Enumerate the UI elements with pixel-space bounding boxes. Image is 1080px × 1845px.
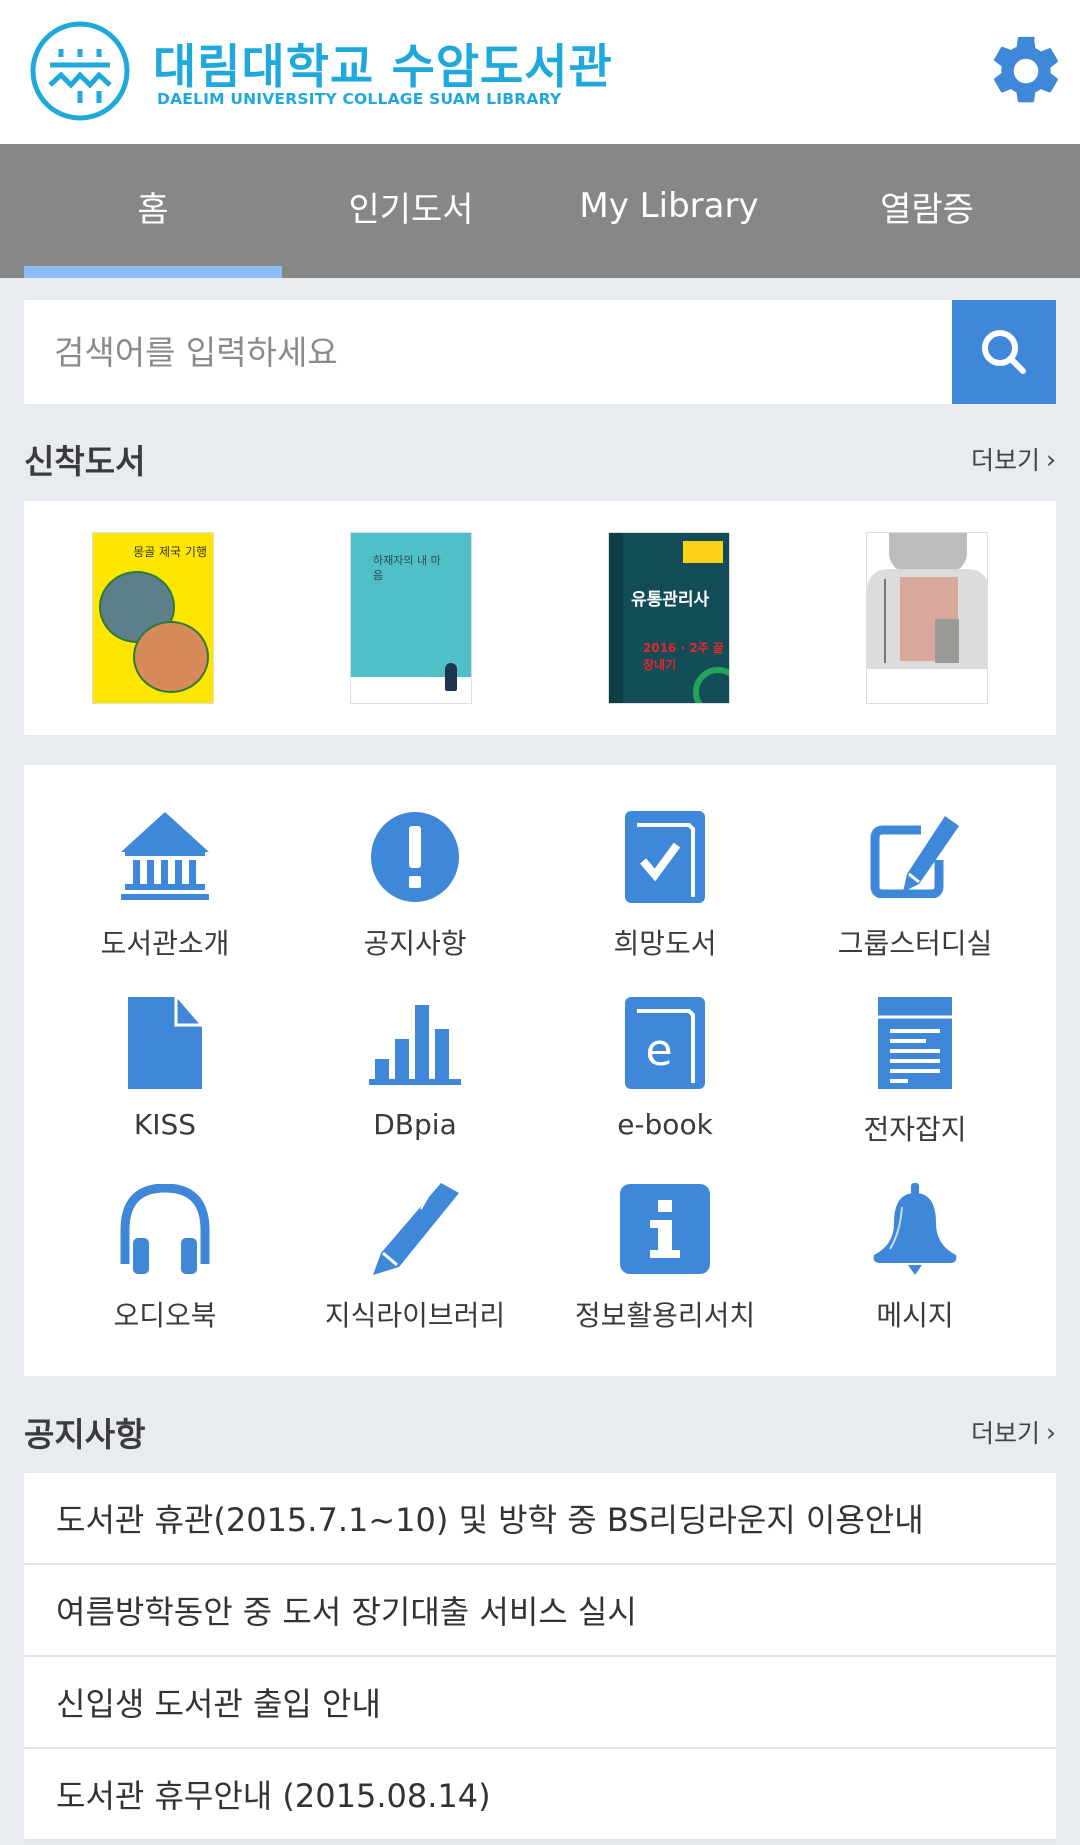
search-input[interactable]: [24, 300, 952, 404]
tab-label: 홈: [137, 189, 169, 230]
menu-knowledge-library[interactable]: 지식라이브러리: [290, 1182, 540, 1368]
notice-item[interactable]: 도서관 휴무안내 (2015.08.14): [24, 1749, 1056, 1839]
book-art: [445, 663, 457, 691]
info-icon: [620, 1184, 710, 1274]
headphones-icon: [120, 1184, 210, 1274]
library-title: 대림대학교 수암도서관: [153, 40, 613, 95]
app-header: 대림대학교 수암도서관 DAELIM UNIVERSITY COLLAGE SU…: [0, 0, 1080, 144]
menu-label: DBpia: [373, 1108, 457, 1141]
notice-item[interactable]: 신입생 도서관 출입 안내: [24, 1657, 1056, 1747]
notice-item[interactable]: 도서관 휴관(2015.7.1~10) 및 방학 중 BS리딩라운지 이용안내: [24, 1473, 1056, 1563]
tab-label: 열람증: [880, 189, 974, 230]
book-art: [884, 579, 886, 663]
menu-label: 도서관소개: [100, 927, 230, 960]
menu-dbpia[interactable]: DBpia: [290, 996, 540, 1182]
menu-label: 메시지: [876, 1299, 954, 1332]
library-subtitle: DAELIM UNIVERSITY COLLAGE SUAM LIBRARY: [157, 90, 562, 108]
bar-chart-icon: [369, 1005, 461, 1085]
menu-wishlist-books[interactable]: 희망도서: [540, 810, 790, 996]
tab-popular-books[interactable]: 인기도서: [282, 144, 540, 278]
menu-notices[interactable]: 공지사항: [290, 810, 540, 996]
tab-label: 인기도서: [348, 189, 474, 230]
svg-text:e: e: [645, 1025, 672, 1076]
book-cover[interactable]: [866, 532, 988, 704]
ebook-icon: e: [625, 997, 705, 1089]
menu-group-study-room[interactable]: 그룹스터디실: [790, 810, 1040, 996]
notice-list: 도서관 휴관(2015.7.1~10) 및 방학 중 BS리딩라운지 이용안내 …: [24, 1473, 1056, 1841]
book-art: [889, 533, 967, 573]
more-label: 더보기: [970, 446, 1040, 475]
edit-icon: [870, 816, 959, 898]
menu-label: 정보활용리서치: [574, 1299, 756, 1332]
menu-label: 지식라이브러리: [324, 1299, 506, 1332]
book-art: [133, 621, 209, 693]
chevron-right-icon: ›: [1046, 1417, 1056, 1447]
notices-more-link[interactable]: 더보기 ›: [971, 1414, 1056, 1450]
menu-audiobook[interactable]: 오디오북: [40, 1182, 290, 1368]
notices-title: 공지사항: [24, 1415, 146, 1454]
book-title: 몽골 제국 기행: [133, 545, 207, 559]
menu-library-intro[interactable]: 도서관소개: [40, 810, 290, 996]
book-art: [609, 533, 623, 703]
book-cover[interactable]: 유통관리사 2016 · 2주 끝장내기: [608, 532, 730, 704]
tab-label: My Library: [579, 186, 759, 226]
menu-info-research[interactable]: 정보활용리서치: [540, 1182, 790, 1368]
notepad-icon: [878, 997, 952, 1089]
menu-label: 공지사항: [363, 927, 467, 960]
bank-icon: [121, 812, 209, 900]
library-emblem-icon: [30, 21, 130, 121]
book-art: [935, 619, 959, 663]
menu-e-magazine[interactable]: 전자잡지: [790, 996, 1040, 1182]
book-title: 하재자의 내 마음: [373, 554, 441, 583]
tab-library-card[interactable]: 열람증: [798, 144, 1056, 278]
book-cover[interactable]: 몽골 제국 기행: [92, 532, 214, 704]
search-bar: [24, 300, 1056, 404]
tab-my-library[interactable]: My Library: [540, 144, 798, 278]
main-tabs: 홈 인기도서 My Library 열람증: [0, 144, 1080, 278]
more-label: 더보기: [970, 1419, 1040, 1448]
book-art: [683, 541, 723, 563]
exclamation-circle-icon: [371, 812, 459, 902]
menu-ebook[interactable]: e e-book: [540, 996, 790, 1182]
chevron-right-icon: ›: [1046, 444, 1056, 474]
search-button[interactable]: [952, 300, 1056, 404]
bell-icon: [873, 1183, 957, 1275]
book-title: 유통관리사: [631, 590, 710, 610]
new-books-title: 신착도서: [24, 442, 146, 481]
menu-label: 오디오북: [113, 1299, 217, 1332]
notice-item[interactable]: 여름방학동안 중 도서 장기대출 서비스 실시: [24, 1565, 1056, 1655]
book-check-icon: [625, 811, 705, 903]
menu-kiss[interactable]: KISS: [40, 996, 290, 1182]
notices-header: 공지사항 더보기 ›: [24, 1407, 1056, 1457]
new-books-header: 신착도서 더보기 ›: [24, 434, 1056, 484]
tab-home[interactable]: 홈: [24, 144, 282, 278]
gear-icon[interactable]: [985, 30, 1067, 112]
new-books-more-link[interactable]: 더보기 ›: [971, 441, 1056, 477]
menu-label: 그룹스터디실: [837, 927, 993, 960]
search-icon: [982, 330, 1026, 374]
menu-label: 전자잡지: [863, 1113, 967, 1146]
menu-label: 희망도서: [613, 927, 717, 960]
book-cover[interactable]: 하재자의 내 마음: [350, 532, 472, 704]
menu-grid: 도서관소개 공지사항 희망도서 그룹스터디실 KISS DBpia e e-bo…: [24, 765, 1056, 1376]
menu-label: e-book: [617, 1108, 713, 1141]
menu-label: KISS: [133, 1108, 197, 1141]
new-books-list: 몽골 제국 기행 하재자의 내 마음 유통관리사 2016 · 2주 끝장내기: [24, 501, 1056, 735]
pen-icon: [373, 1183, 459, 1275]
menu-messages[interactable]: 메시지: [790, 1182, 1040, 1368]
file-icon: [128, 997, 202, 1089]
